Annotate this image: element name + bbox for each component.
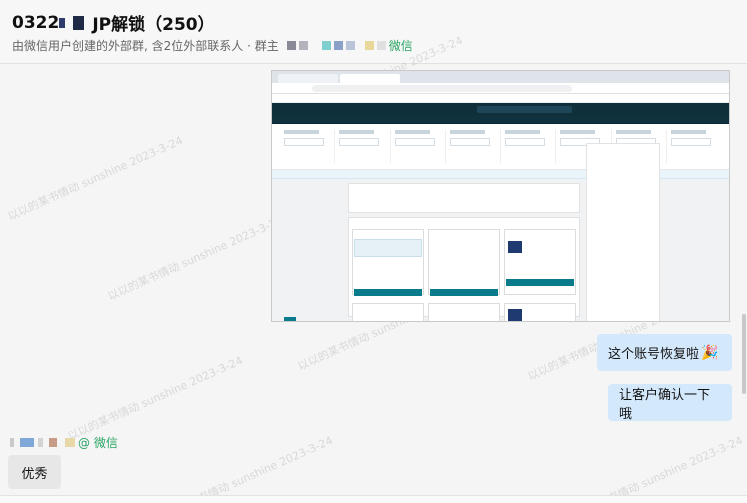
chat-title[interactable]: 0322 JP解锁（250）	[12, 10, 215, 36]
scrollbar-thumb[interactable]	[742, 314, 746, 394]
redacted-avatar	[298, 41, 308, 50]
redacted-name	[10, 438, 14, 447]
chat-subtitle: 由微信用户创建的外部群, 含2位外部联系人 · 群主 微信	[12, 37, 413, 54]
redacted-name	[49, 438, 57, 447]
browser-tab	[278, 74, 338, 83]
redacted-name	[65, 438, 75, 447]
message-bubble-self[interactable]: 让客户确认一下哦	[608, 384, 732, 422]
watermark: 以以的某书情动 sunshine 2023-3-24	[5, 133, 185, 224]
message-bubble-self[interactable]: 这个账号恢复啦 🎉	[597, 334, 732, 371]
redacted-avatar	[345, 41, 355, 50]
image-message[interactable]	[271, 70, 730, 322]
site-menu	[272, 116, 729, 124]
wechat-tag: 微信	[388, 39, 413, 53]
redacted-name	[38, 438, 43, 447]
message-text: 让客户确认一下哦	[619, 387, 711, 422]
watermark: 以以的某书情动 sunshine 2023-3-24	[105, 213, 285, 304]
watermark: 以以的某书情动 sunshine 2023-3-24	[155, 433, 335, 503]
message-text: 优秀	[21, 466, 48, 482]
dashboard-body	[272, 143, 729, 321]
input-area-edge	[0, 495, 747, 503]
redacted-block	[73, 15, 85, 30]
redacted-avatar	[333, 41, 343, 50]
scrollbar[interactable]	[741, 64, 747, 495]
kpi-strip	[272, 124, 729, 170]
redacted-name	[20, 438, 34, 447]
message-text: 这个账号恢复啦	[608, 347, 700, 362]
notice-bar	[272, 170, 729, 179]
watermark: 以以的某书情动 sunshine 2023-3-24	[565, 433, 745, 503]
party-popper-icon: 🎉	[701, 344, 719, 361]
sender-name[interactable]: @ 微信	[10, 434, 118, 451]
redacted-avatar	[321, 41, 331, 50]
redacted-block	[59, 17, 66, 28]
browser-tab	[340, 74, 400, 83]
chat-title-prefix: 0322	[12, 12, 60, 33]
address-bar	[272, 83, 729, 94]
sender-suffix: @ 微信	[78, 436, 118, 450]
message-bubble-other[interactable]: 优秀	[8, 455, 61, 489]
bookmarks-bar	[272, 94, 729, 103]
redacted-avatar	[364, 41, 374, 50]
subtitle-text: 由微信用户创建的外部群, 含2位外部联系人 · 群主	[12, 39, 279, 53]
redacted-avatar	[376, 41, 386, 50]
watermark: 以以的某书情动 sunshine 2023-3-24	[65, 353, 245, 444]
site-topnav	[272, 103, 729, 116]
chat-title-suffix: JP解锁（250）	[92, 15, 215, 35]
browser-tabs	[272, 71, 729, 83]
redacted-avatar	[286, 41, 296, 50]
chat-header: 0322 JP解锁（250） 由微信用户创建的外部群, 含2位外部联系人 · 群…	[0, 0, 747, 64]
